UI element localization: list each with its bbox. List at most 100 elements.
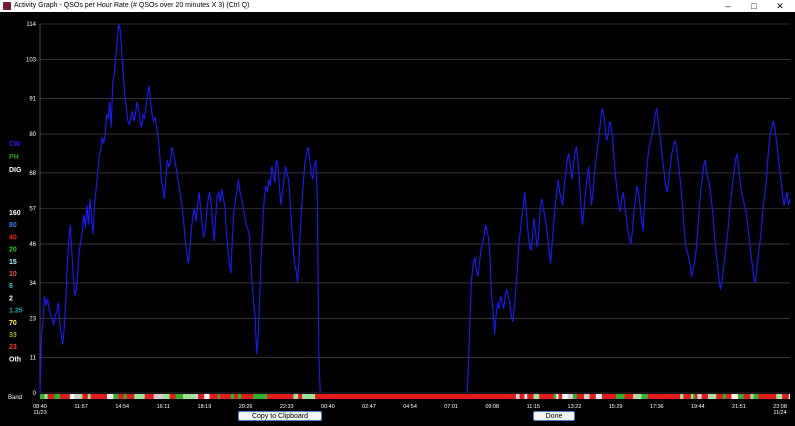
y-tick-label: 91 <box>29 96 36 102</box>
band-strip-segment <box>126 394 129 399</box>
band-strip-segment <box>776 394 783 399</box>
band-strip-segment <box>556 394 559 399</box>
x-tick-label: 20:26 <box>239 404 253 410</box>
band-strip-segment <box>680 394 684 399</box>
window-title: Activity Graph - QSOs per Hour Rate (# Q… <box>14 2 250 9</box>
x-tick-label: 14:54 <box>115 404 129 410</box>
band-strip-segment <box>182 394 187 399</box>
band-strip-segment <box>584 394 590 399</box>
band-strip-segment <box>615 394 621 399</box>
band-strip-segment <box>659 394 667 399</box>
band-strip-segment <box>708 394 710 399</box>
band-strip-segment <box>641 394 648 399</box>
band-strip-segment <box>693 394 695 399</box>
x-tick-label: 19:44 <box>691 404 705 410</box>
band-strip-segment <box>573 394 577 399</box>
x-tick-label: 11:15 <box>527 404 540 410</box>
band-strip-segment <box>76 394 80 399</box>
band-strip-segment <box>47 394 51 399</box>
band-strip-segment <box>589 394 593 399</box>
y-tick-label: 11 <box>30 355 37 361</box>
band-strip-segment <box>593 394 596 399</box>
maximize-icon[interactable]: □ <box>741 0 767 12</box>
band-strip-segment <box>263 394 268 399</box>
band-strip-segment <box>697 394 702 399</box>
band-strip-segment <box>788 394 790 399</box>
band-strip-segment <box>738 394 744 399</box>
band-strip-segment <box>237 394 242 399</box>
band-strip-segment <box>533 394 540 399</box>
band-legend-item: 40 <box>9 234 17 241</box>
band-strip-segment <box>90 394 94 399</box>
mode-legend-ph: PH <box>9 154 19 161</box>
band-strip-segment <box>315 394 322 399</box>
minimize-icon[interactable]: – <box>715 0 741 12</box>
y-tick-label: 57 <box>29 207 36 213</box>
band-legend-item: 33 <box>9 332 17 339</box>
y-tick-label: 114 <box>26 22 36 28</box>
band-strip-segment <box>657 394 660 399</box>
x-tick-label: 07:01 <box>444 404 458 410</box>
band-strip-segment <box>54 394 60 399</box>
band-strip-segment <box>595 394 602 399</box>
band-strip-segment <box>134 394 139 399</box>
band-strip-segment <box>163 394 170 399</box>
band-strip-segment <box>683 394 687 399</box>
close-icon[interactable]: ✕ <box>767 0 793 12</box>
y-tick-label: 80 <box>29 132 36 138</box>
x-tick-label: 02:47 <box>362 404 376 410</box>
band-strip-segment <box>93 394 97 399</box>
activity-graph: 0 11 23 34 46 57 68 80 91 103 114 CW PH DIG 160 80 40 20 1… <box>0 12 795 426</box>
x-tick-label: 21:51 <box>732 404 746 410</box>
x-tick-label: 18:19 <box>198 404 212 410</box>
band-strip-segment <box>87 394 91 399</box>
band-strip-segment <box>722 394 727 399</box>
band-strip-segment <box>293 394 299 399</box>
band-strip-segment <box>113 394 119 399</box>
band-strip-segment <box>138 394 145 399</box>
done-button[interactable]: Done <box>533 411 575 421</box>
y-tick-label: 23 <box>29 317 36 323</box>
band-strip-segment <box>624 394 630 399</box>
band-legend-item: 10 <box>9 271 17 278</box>
x-tick-date: 11/23 <box>33 410 46 416</box>
band-strip-segment <box>527 394 532 399</box>
band-axis-label: Band <box>8 395 22 401</box>
band-legend-item: 80 <box>9 222 17 229</box>
y-tick-label: 0 <box>33 391 37 397</box>
band-strip-segment <box>217 394 220 399</box>
band-strip-segment <box>79 394 83 399</box>
band-strip-segment <box>567 394 573 399</box>
app-icon <box>3 2 11 10</box>
band-strip-segment <box>515 394 520 399</box>
band-strip-segment <box>731 394 739 399</box>
band-strip-segment <box>253 394 258 399</box>
band-strip-segment <box>288 394 294 399</box>
mode-legend-cw: CW <box>9 141 21 148</box>
band-strip-segment <box>503 394 510 399</box>
band-legend-item: Oth <box>9 356 21 363</box>
band-strip-segment <box>69 394 75 399</box>
band-legend-item: 1.25 <box>9 308 23 315</box>
band-strip-segment <box>153 394 158 399</box>
band-strip-segment <box>44 394 48 399</box>
band-legend-item: 20 <box>9 247 17 254</box>
band-strip-segment <box>40 394 45 399</box>
band-strip-segment <box>500 394 504 399</box>
band-strip-segment <box>553 394 557 399</box>
x-tick-label: 17:36 <box>650 404 664 410</box>
copy-to-clipboard-button[interactable]: Copy to Clipboard <box>238 411 322 421</box>
band-strip-segment <box>204 394 210 399</box>
band-strip-segment <box>750 394 754 399</box>
y-tick-label: 34 <box>29 281 36 287</box>
band-strip-segment <box>691 394 693 399</box>
band-strip-segment <box>782 394 789 399</box>
band-strip-segment <box>107 394 114 399</box>
band-strip-segment <box>230 394 234 399</box>
x-tick-label: 11:57 <box>74 404 87 410</box>
x-tick-label: 13:22 <box>568 404 582 410</box>
x-tick-date: 11/24 <box>773 410 786 416</box>
band-legend-item: 6 <box>9 283 13 290</box>
y-tick-label: 68 <box>29 171 36 177</box>
band-strip <box>40 394 790 399</box>
